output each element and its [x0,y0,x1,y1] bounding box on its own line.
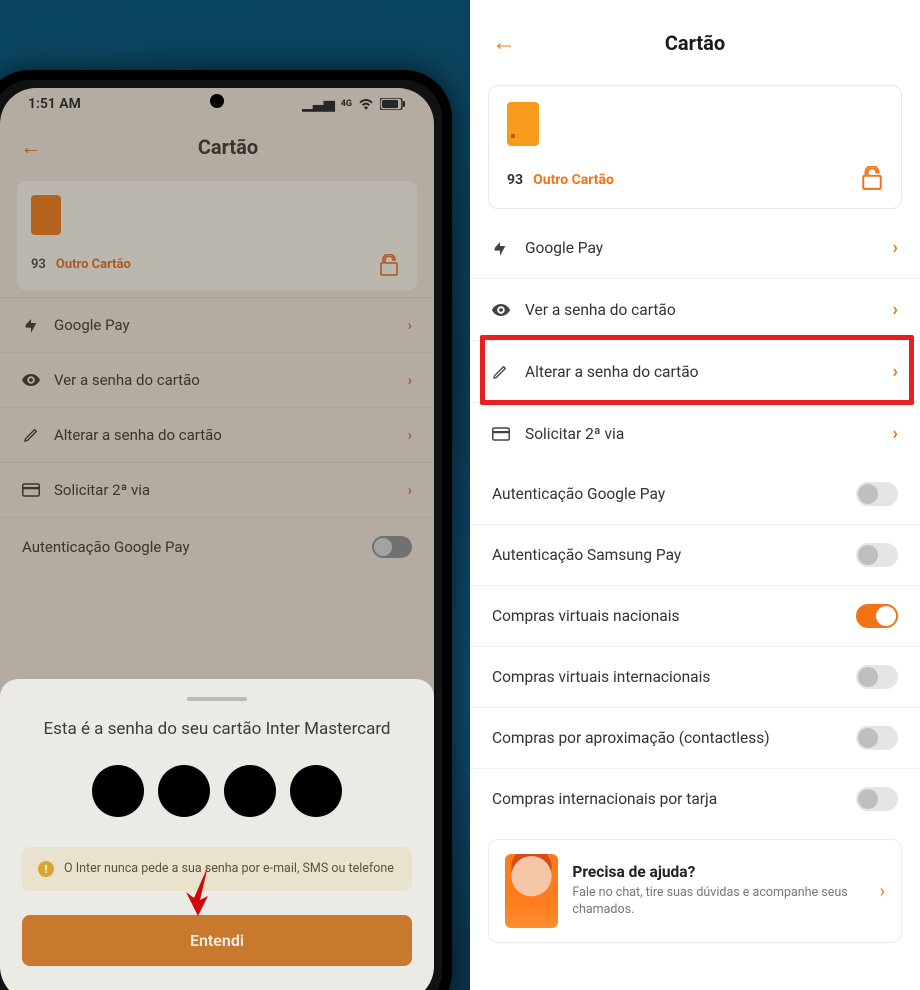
toggle-row: Autenticação Samsung Pay [470,525,920,586]
switch-card-link[interactable]: Outro Cartão [56,257,131,272]
menu-row-label: Alterar a senha do cartão [525,363,698,381]
chevron-right-icon: › [880,881,885,902]
app-header: ← Cartão [470,18,920,75]
edit-icon [492,364,510,380]
toggle-switch[interactable] [856,665,898,689]
clean-screenshot-panel: ← Cartão 93 Outro Cartão Google Pay›Ver … [470,0,920,990]
chevron-right-icon: › [893,361,898,382]
chevron-right-icon: › [893,299,898,320]
card-icon [492,427,510,441]
chevron-right-icon: › [407,426,412,444]
toggle-switch[interactable] [856,543,898,567]
menu-row[interactable]: Alterar a senha do cartão › [470,341,920,403]
sheet-drag-handle[interactable] [187,697,247,701]
photo-left-panel: 1:51 AM ▁▃▅ 4G ← Cartão [0,0,470,990]
assistant-avatar [505,854,558,928]
sheet-title: Esta é a senha do seu cartão Inter Maste… [22,719,412,739]
password-bottom-sheet: Esta é a senha do seu cartão Inter Maste… [0,679,434,990]
pin-dot [290,765,342,817]
phone-screen: 1:51 AM ▁▃▅ 4G ← Cartão [0,88,434,990]
menu-row[interactable]: Ver a senha do cartão › [470,279,920,341]
menu-row[interactable]: Solicitar 2ª via › [470,403,920,464]
eye-icon [492,303,510,317]
chevron-right-icon: › [893,237,898,258]
pin-dot [92,765,144,817]
toggle-row: Compras virtuais internacionais [470,647,920,708]
network-icon: 4G [341,99,352,109]
pin-dot [158,765,210,817]
toggle-row-label: Compras internacionais por tarja [492,790,717,808]
menu-row-label: Ver a senha do cartão [525,301,676,319]
chevron-right-icon: › [407,316,412,334]
help-title: Precisa de ajuda? [572,863,865,881]
back-arrow-icon[interactable]: ← [20,134,42,160]
menu-row-label: Google Pay [54,316,130,334]
toggle-switch[interactable] [856,604,898,628]
toggle-row-label: Compras virtuais internacionais [492,668,710,686]
eye-icon [22,373,40,387]
card-summary-box[interactable]: 93 Outro Cartão [16,180,418,291]
chevron-right-icon: › [893,423,898,444]
unlock-icon[interactable] [379,254,399,276]
wifi-icon [358,98,374,110]
switch-card-link[interactable]: Outro Cartão [533,172,614,188]
pin-dot [224,765,276,817]
phone-frame: 1:51 AM ▁▃▅ 4G ← Cartão [0,70,452,990]
help-card[interactable]: Precisa de ajuda? Fale no chat, tire sua… [488,839,902,943]
chevron-right-icon: › [407,481,412,499]
toggle-switch[interactable] [856,787,898,811]
toggle-row-label: Compras por aproximação (contactless) [492,729,770,747]
menu-row[interactable]: Google Pay › [0,297,434,352]
toggle-row-label: Autenticação Google Pay [492,485,665,503]
battery-icon [380,98,406,110]
warning-icon: ! [38,861,54,877]
toggle-switch[interactable] [372,536,412,558]
toggle-row: Autenticação Google Pay [470,464,920,525]
menu-row-label: Google Pay [525,239,603,257]
app-header: ← Cartão [0,116,434,170]
pin-dots [22,765,412,817]
signal-icon: ▁▃▅ [302,96,334,112]
toggle-row: Compras por aproximação (contactless) [470,708,920,769]
menu-row-label: Solicitar 2ª via [54,481,150,499]
toggle-row-label: Autenticação Google Pay [22,538,190,556]
menu-row[interactable]: Alterar a senha do cartão › [0,407,434,462]
toggle-switch[interactable] [856,726,898,750]
card-last-digits: 93 [31,257,46,272]
app-title: Cartão [42,135,414,159]
toggle-row: Autenticação Google Pay [0,517,434,576]
edit-icon [22,427,40,443]
security-warning-text: O Inter nunca pede a sua senha por e-mai… [64,861,394,877]
menu-row-label: Solicitar 2ª via [525,425,624,443]
understood-button[interactable]: Entendi [22,915,412,966]
status-bar: 1:51 AM ▁▃▅ 4G [0,88,434,116]
card-thumbnail [31,195,61,235]
toggle-row-label: Autenticação Samsung Pay [492,546,681,564]
menu-row[interactable]: Google Pay › [470,217,920,279]
menu-row[interactable]: Solicitar 2ª via › [0,462,434,517]
unlock-icon[interactable] [861,166,883,190]
chevron-right-icon: › [407,371,412,389]
menu-row[interactable]: Ver a senha do cartão › [0,352,434,407]
app-title: Cartão [516,31,874,55]
dimmed-background-app: 1:51 AM ▁▃▅ 4G ← Cartão [0,88,434,576]
card-last-digits: 93 [507,172,523,188]
gpay-icon [22,317,40,333]
status-time: 1:51 AM [28,96,81,112]
status-icons: ▁▃▅ 4G [302,96,406,112]
security-warning-box: ! O Inter nunca pede a sua senha por e-m… [22,847,412,891]
card-icon [22,483,40,497]
menu-row-label: Ver a senha do cartão [54,371,200,389]
help-subtitle: Fale no chat, tire suas dúvidas e acompa… [572,885,865,919]
toggle-row: Compras internacionais por tarja [470,769,920,829]
menu-row-label: Alterar a senha do cartão [54,426,222,444]
card-thumbnail [507,102,539,146]
gpay-icon [492,240,510,256]
toggle-row: Compras virtuais nacionais [470,586,920,647]
toggle-row-label: Compras virtuais nacionais [492,607,680,625]
card-summary-box[interactable]: 93 Outro Cartão [488,85,902,209]
back-arrow-icon[interactable]: ← [492,28,516,57]
toggle-switch[interactable] [856,482,898,506]
